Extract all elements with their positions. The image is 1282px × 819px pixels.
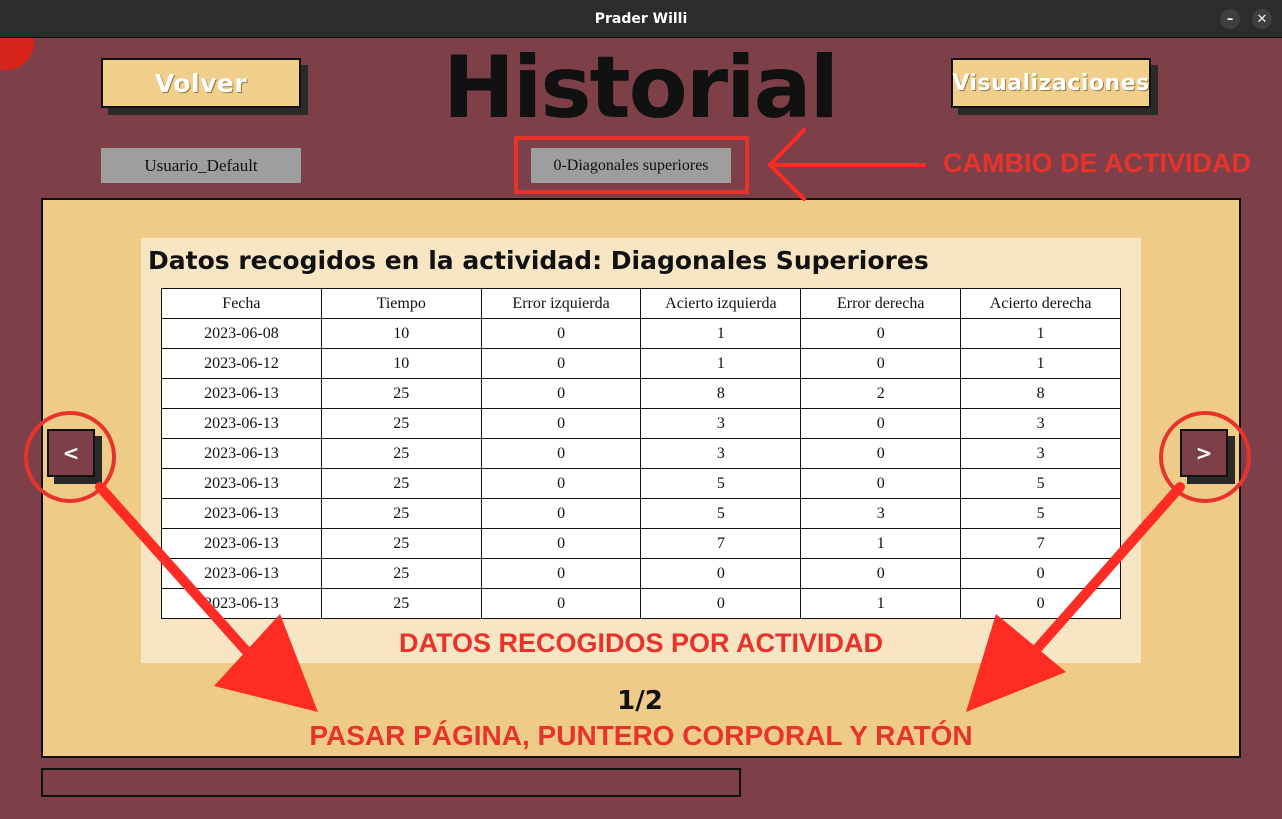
column-header: Acierto izquierda (640, 288, 802, 319)
table-cell: 2023-06-13 (161, 468, 322, 499)
table-cell: 25 (320, 468, 482, 499)
table-cell: 0 (960, 558, 1121, 589)
table-cell: 10 (320, 318, 482, 349)
table-cell: 7 (960, 528, 1121, 559)
column-header: Error derecha (800, 288, 962, 319)
table-cell: 10 (320, 348, 482, 379)
table-row: 2023-06-13 25 0 3 0 3 (161, 408, 1121, 439)
table-cell: 3 (640, 408, 802, 439)
column-header: Fecha (161, 288, 322, 319)
table-row: 2023-06-13 25 0 3 0 3 (161, 438, 1121, 469)
page-title: Historial (442, 38, 839, 138)
table-cell: 2023-06-12 (161, 348, 322, 379)
close-button[interactable]: ✕ (1252, 9, 1272, 29)
column-header: Tiempo (320, 288, 482, 319)
table-row: 2023-06-13 25 0 7 1 7 (161, 528, 1121, 559)
table-cell: 2023-06-08 (161, 318, 322, 349)
table-cell: 1 (640, 348, 802, 379)
table-cell: 0 (800, 318, 962, 349)
table-cell: 2 (800, 378, 962, 409)
activity-selector[interactable]: 0-Diagonales superiores (531, 148, 731, 183)
table-body: 2023-06-08 10 0 1 0 1 2023-06-12 10 0 1 0 1 2023-06-… (161, 318, 1121, 619)
table-cell: 3 (640, 438, 802, 469)
table-cell: 0 (480, 498, 642, 529)
table-cell: 2023-06-13 (161, 558, 322, 589)
table-cell: 8 (960, 378, 1121, 409)
table-cell: 3 (960, 438, 1121, 469)
table-cell: 5 (640, 498, 802, 529)
column-header: Error izquierda (480, 288, 642, 319)
table-cell: 0 (480, 528, 642, 559)
page-indicator: 1/2 (617, 686, 663, 716)
table-cell: 0 (480, 588, 642, 619)
back-button[interactable]: Volver (101, 58, 301, 108)
table-cell: 2023-06-13 (161, 498, 322, 529)
table-row: 2023-06-13 25 0 0 1 0 (161, 588, 1121, 619)
annotation-data-per-activity: DATOS RECOGIDOS POR ACTIVIDAD (398, 628, 884, 658)
table-cell: 0 (480, 318, 642, 349)
table-cell: 2023-06-13 (161, 588, 322, 619)
table-row: 2023-06-13 25 0 8 2 8 (161, 378, 1121, 409)
table-cell: 0 (640, 558, 802, 589)
table-cell: 25 (320, 528, 482, 559)
data-card-title: Datos recogidos en la actividad: Diagona… (148, 246, 929, 275)
window-title: Prader Willi (594, 10, 688, 27)
table-cell: 0 (640, 588, 802, 619)
table-cell: 25 (320, 588, 482, 619)
table-cell: 0 (800, 408, 962, 439)
table-cell: 3 (960, 408, 1121, 439)
table-cell: 2023-06-13 (161, 378, 322, 409)
table-cell: 25 (320, 438, 482, 469)
table-cell: 1 (960, 348, 1121, 379)
table-row: 2023-06-13 25 0 5 3 5 (161, 498, 1121, 529)
table-cell: 0 (480, 378, 642, 409)
table-cell: 0 (480, 348, 642, 379)
table-cell: 0 (480, 438, 642, 469)
table-cell: 0 (800, 468, 962, 499)
table-cell: 0 (480, 468, 642, 499)
status-bar (41, 768, 741, 797)
table-row: 2023-06-13 25 0 0 0 0 (161, 558, 1121, 589)
history-table: Fecha Tiempo Error izquierda Acierto izq… (161, 288, 1121, 619)
table-cell: 0 (800, 438, 962, 469)
table-cell: 0 (480, 408, 642, 439)
previous-page-button[interactable]: < (47, 429, 95, 477)
table-cell: 0 (800, 348, 962, 379)
table-row: 2023-06-13 25 0 5 0 5 (161, 468, 1121, 499)
arrow-activity-head (767, 128, 806, 201)
table-row: 2023-06-12 10 0 1 0 1 (161, 348, 1121, 379)
table-row: 2023-06-08 10 0 1 0 1 (161, 318, 1121, 349)
visualizations-button[interactable]: Visualizaciones (951, 58, 1151, 108)
table-cell: 8 (640, 378, 802, 409)
annotation-page-turn: PASAR PÁGINA, PUNTERO CORPORAL Y RATÓN (309, 720, 973, 751)
table-cell: 25 (320, 498, 482, 529)
table-cell: 25 (320, 558, 482, 589)
table-cell: 5 (960, 498, 1121, 529)
column-header: Acierto derecha (960, 288, 1121, 319)
table-cell: 0 (800, 558, 962, 589)
table-cell: 5 (960, 468, 1121, 499)
window-titlebar: Prader Willi – ✕ (0, 0, 1282, 38)
table-cell: 1 (800, 528, 962, 559)
table-cell: 1 (640, 318, 802, 349)
table-cell: 25 (320, 378, 482, 409)
table-cell: 0 (480, 558, 642, 589)
next-page-button[interactable]: > (1180, 429, 1228, 477)
table-cell: 1 (960, 318, 1121, 349)
table-header-row: Fecha Tiempo Error izquierda Acierto izq… (161, 288, 1121, 319)
table-cell: 25 (320, 408, 482, 439)
table-cell: 3 (800, 498, 962, 529)
table-cell: 2023-06-13 (161, 408, 322, 439)
table-cell: 0 (960, 588, 1121, 619)
table-cell: 2023-06-13 (161, 438, 322, 469)
minimize-button[interactable]: – (1220, 9, 1240, 29)
table-cell: 5 (640, 468, 802, 499)
table-cell: 1 (800, 588, 962, 619)
user-selector[interactable]: Usuario_Default (101, 148, 301, 183)
table-cell: 2023-06-13 (161, 528, 322, 559)
table-cell: 7 (640, 528, 802, 559)
annotation-change-activity: CAMBIO DE ACTIVIDAD (943, 148, 1251, 178)
